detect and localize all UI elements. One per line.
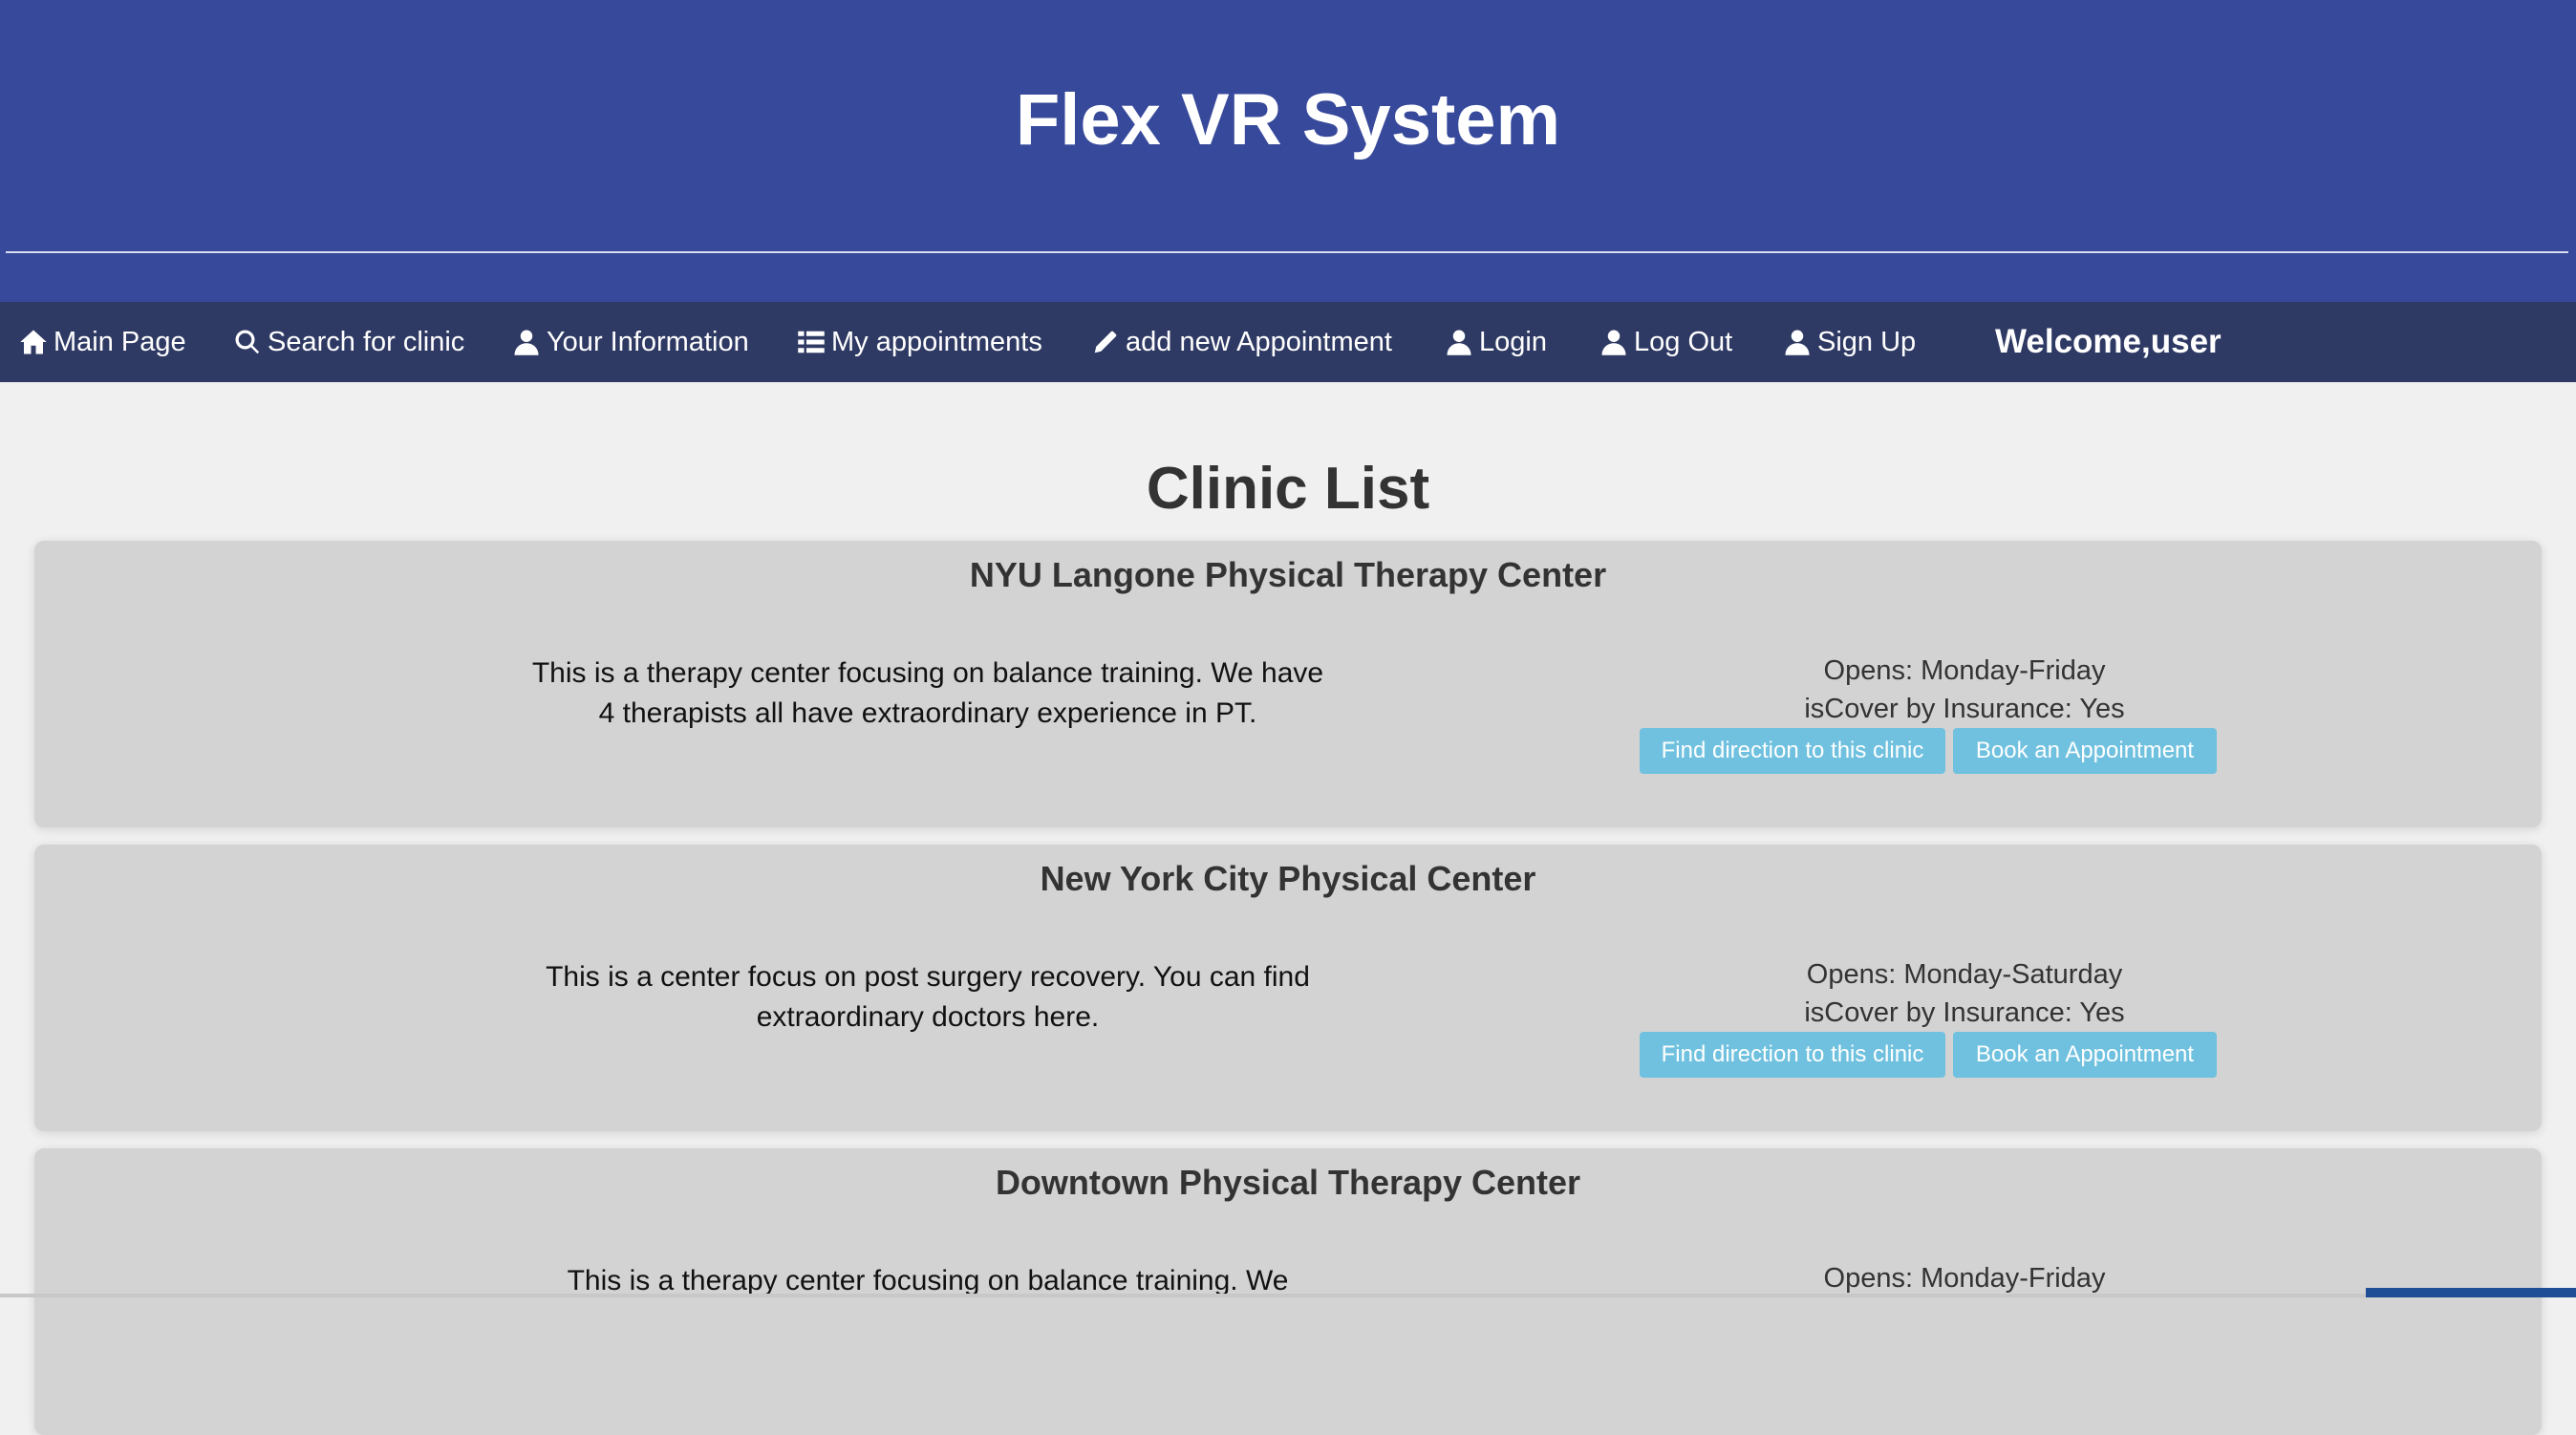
nav-your-information[interactable]: Your Information <box>512 302 749 382</box>
book-appointment-button[interactable]: Book an Appointment <box>1953 1032 2217 1078</box>
nav-main-page-label: Main Page <box>54 326 186 357</box>
pencil-icon <box>1091 328 1120 356</box>
clinic-opens: Opens: Monday-Saturday <box>1806 959 2123 990</box>
clinic-insurance: isCover by Insurance: Yes <box>1804 694 2125 724</box>
find-direction-button[interactable]: Find direction to this clinic <box>1640 1032 1945 1078</box>
user-icon <box>1445 328 1473 356</box>
nav-logout[interactable]: Log Out <box>1599 302 1732 382</box>
nav-search-clinic-label: Search for clinic <box>268 326 465 357</box>
corner-widget <box>2366 1288 2576 1297</box>
nav-your-information-label: Your Information <box>547 326 749 357</box>
welcome-message: Welcome,user <box>1995 323 2222 360</box>
clinic-card: Downtown Physical Therapy Center This is… <box>34 1148 2542 1435</box>
site-title: Flex VR System <box>1015 79 1561 161</box>
clinic-info: Opens: Monday-Saturday isCover by Insura… <box>1592 955 2337 1032</box>
clinic-card: New York City Physical Center This is a … <box>34 845 2542 1131</box>
clinic-name: NYU Langone Physical Therapy Center <box>969 555 1607 594</box>
user-icon <box>512 328 541 356</box>
clinic-description: This is a therapy center focusing on bal… <box>531 657 1324 729</box>
nav-signup-label: Sign Up <box>1817 326 1917 357</box>
clinic-insurance: isCover by Insurance: Yes <box>1804 997 2125 1028</box>
find-direction-button[interactable]: Find direction to this clinic <box>1640 728 1945 774</box>
user-icon <box>1599 328 1628 356</box>
clinic-actions: Find direction to this clinic Book an Ap… <box>1640 1032 2217 1078</box>
nav-add-appointment[interactable]: add new Appointment <box>1091 302 1392 382</box>
nav-login[interactable]: Login <box>1445 302 1547 382</box>
clinic-info: Opens: Monday-Friday <box>1592 1259 2337 1297</box>
nav-my-appointments[interactable]: My appointments <box>797 302 1042 382</box>
nav-signup[interactable]: Sign Up <box>1783 302 1916 382</box>
nav-my-appointments-label: My appointments <box>831 326 1042 357</box>
clinic-card: NYU Langone Physical Therapy Center This… <box>34 541 2542 827</box>
header-divider <box>6 251 2568 253</box>
clinic-info: Opens: Monday-Friday isCover by Insuranc… <box>1592 652 2337 728</box>
window-bottom-edge <box>0 1294 2576 1297</box>
clinic-opens: Opens: Monday-Friday <box>1823 1263 2106 1294</box>
list-icon <box>797 328 826 356</box>
clinic-description: This is a center focus on post surgery r… <box>546 961 1310 1033</box>
search-icon <box>233 328 262 356</box>
nav-search-clinic[interactable]: Search for clinic <box>233 302 464 382</box>
navbar: Main Page Search for clinic Your Informa… <box>0 302 2576 382</box>
nav-add-appointment-label: add new Appointment <box>1126 326 1392 357</box>
clinic-actions: Find direction to this clinic Book an Ap… <box>1640 728 2217 774</box>
home-icon <box>19 328 48 356</box>
nav-logout-label: Log Out <box>1634 326 1733 357</box>
page-title: Clinic List <box>1146 456 1430 522</box>
book-appointment-button[interactable]: Book an Appointment <box>1953 728 2217 774</box>
site-header: Flex VR System <box>0 0 2576 302</box>
user-icon <box>1783 328 1812 356</box>
clinic-opens: Opens: Monday-Friday <box>1823 655 2106 686</box>
clinic-name: New York City Physical Center <box>1040 859 1536 898</box>
nav-main-page[interactable]: Main Page <box>19 302 186 382</box>
clinic-name: Downtown Physical Therapy Center <box>995 1163 1581 1202</box>
nav-login-label: Login <box>1479 326 1547 357</box>
